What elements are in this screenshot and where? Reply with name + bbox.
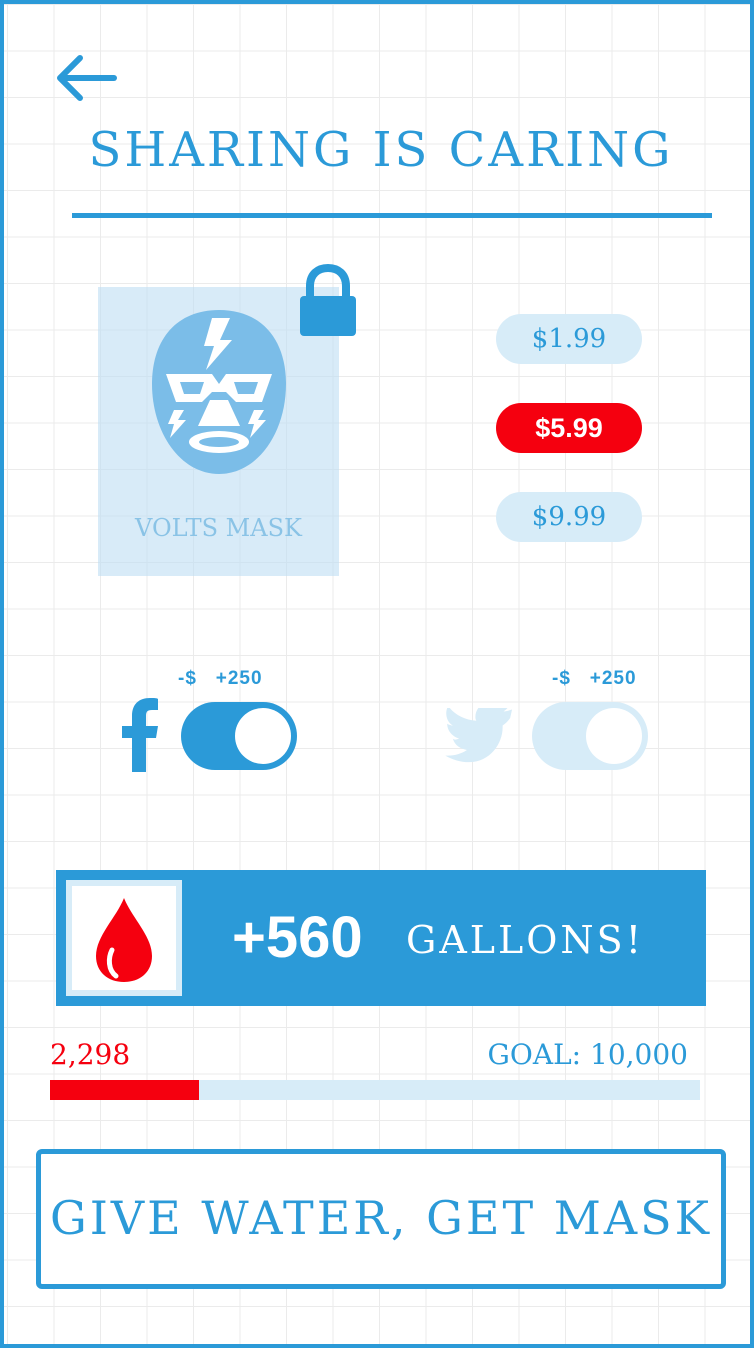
facebook-note-cost: -$ [178, 668, 197, 689]
twitter-note-bonus: +250 [589, 668, 637, 689]
progress-current: 2,298 [50, 1038, 131, 1071]
toggle-knob [586, 708, 642, 764]
give-water-button[interactable]: GIVE WATER, GET MASK [36, 1149, 726, 1289]
toggle-knob [235, 708, 291, 764]
back-arrow-icon[interactable] [52, 52, 118, 106]
page-title: SHARING IS CARING [88, 122, 674, 178]
progress-fill [50, 1080, 200, 1100]
facebook-note-bonus: +250 [215, 668, 263, 689]
app-frame: SHARING IS CARING VOLTS MASK $1.99 $5.99… [0, 0, 754, 1348]
price-option-599[interactable]: $5.99 [496, 403, 642, 453]
progress-goal: GOAL: 10,000 [487, 1038, 688, 1071]
twitter-note-cost: -$ [552, 668, 571, 689]
progress-bar [50, 1080, 700, 1100]
reward-amount: +560 [232, 905, 363, 970]
price-option-199[interactable]: $1.99 [496, 314, 642, 364]
facebook-share-note: -$ +250 [178, 668, 263, 690]
twitter-share-toggle[interactable] [532, 702, 648, 770]
reward-unit: GALLONS! [406, 918, 644, 962]
lock-icon [297, 263, 359, 338]
title-divider [72, 213, 712, 218]
water-drop-icon [96, 898, 152, 982]
mask-icon [144, 304, 294, 479]
water-drop-box [66, 880, 182, 996]
facebook-icon [120, 698, 160, 772]
mask-name: VOLTS MASK [135, 514, 302, 542]
twitter-share-note: -$ +250 [552, 668, 637, 690]
price-option-999[interactable]: $9.99 [496, 492, 642, 542]
twitter-icon [444, 702, 513, 764]
facebook-share-toggle[interactable] [181, 702, 297, 770]
